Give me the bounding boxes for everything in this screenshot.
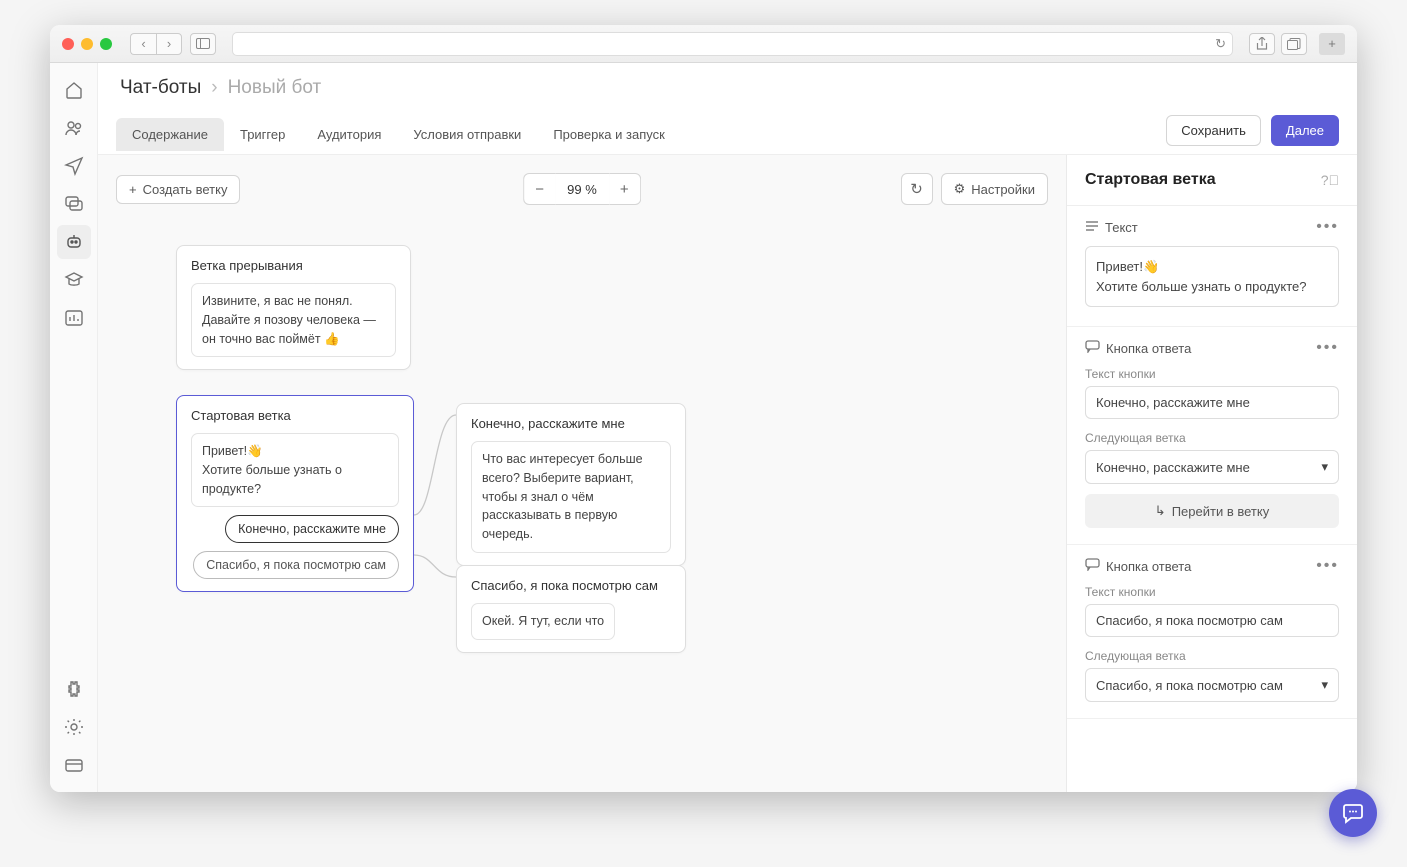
sidebar-settings[interactable] bbox=[57, 710, 91, 744]
tab-content[interactable]: Содержание bbox=[116, 118, 224, 151]
nav-forward[interactable]: › bbox=[156, 33, 182, 55]
section-menu[interactable]: ••• bbox=[1316, 557, 1339, 575]
window-maximize[interactable] bbox=[100, 38, 112, 50]
sidebar-chat[interactable] bbox=[57, 187, 91, 221]
go-to-branch-button[interactable]: ↳ Перейти в ветку bbox=[1085, 494, 1339, 528]
app-sidebar bbox=[50, 63, 98, 792]
tab-review[interactable]: Проверка и запуск bbox=[537, 118, 680, 151]
gear-icon: ⚙ bbox=[954, 181, 966, 197]
chevron-right-icon: › bbox=[211, 77, 217, 99]
reply-button-1[interactable]: Конечно, расскажите мне bbox=[225, 515, 399, 543]
sidebar-toggle-icon[interactable] bbox=[190, 33, 216, 55]
node-message: Привет!👋 Хотите больше узнать о продукте… bbox=[191, 433, 399, 507]
select-value: Конечно, расскажите мне bbox=[1096, 460, 1250, 475]
help-icon[interactable]: ?⃝ bbox=[1321, 172, 1339, 188]
breadcrumb: Чат-боты › Новый бот bbox=[98, 63, 1357, 105]
text-content-input[interactable] bbox=[1085, 246, 1339, 307]
canvas-settings-button[interactable]: ⚙ Настройки bbox=[941, 173, 1048, 205]
next-branch-select-2[interactable]: Спасибо, я пока посмотрю сам ▾ bbox=[1085, 668, 1339, 702]
reload-icon[interactable]: ↻ bbox=[1215, 36, 1226, 52]
field-label: Текст кнопки bbox=[1085, 367, 1339, 381]
button-text-input-1[interactable] bbox=[1085, 386, 1339, 419]
next-button[interactable]: Далее bbox=[1271, 115, 1339, 146]
create-branch-button[interactable]: + Создать ветку bbox=[116, 175, 240, 204]
select-value: Спасибо, я пока посмотрю сам bbox=[1096, 678, 1283, 693]
section-menu[interactable]: ••• bbox=[1316, 339, 1339, 357]
zoom-in-button[interactable]: + bbox=[609, 173, 641, 205]
reply-icon bbox=[1085, 558, 1100, 574]
text-icon bbox=[1085, 220, 1099, 235]
sidebar-users[interactable] bbox=[57, 111, 91, 145]
flow-canvas[interactable]: + Создать ветку − 99 % + bbox=[98, 155, 1067, 792]
reply-icon bbox=[1085, 340, 1100, 356]
properties-panel: Стартовая ветка ?⃝ Текст ••• bbox=[1067, 155, 1357, 792]
step-tabs: Содержание Триггер Аудитория Условия отп… bbox=[116, 118, 681, 151]
node-branch-no[interactable]: Спасибо, я пока посмотрю сам Окей. Я тут… bbox=[456, 565, 686, 653]
reply-button-2[interactable]: Спасибо, я пока посмотрю сам bbox=[193, 551, 399, 579]
field-label: Текст кнопки bbox=[1085, 585, 1339, 599]
go-to-branch-label: Перейти в ветку bbox=[1172, 504, 1270, 519]
tabs-icon[interactable] bbox=[1281, 33, 1307, 55]
sidebar-home[interactable] bbox=[57, 73, 91, 107]
create-branch-label: Создать ветку bbox=[143, 182, 228, 197]
share-icon[interactable] bbox=[1249, 33, 1275, 55]
window-minimize[interactable] bbox=[81, 38, 93, 50]
node-title: Стартовая ветка bbox=[191, 408, 399, 423]
window-close[interactable] bbox=[62, 38, 74, 50]
node-start[interactable]: Стартовая ветка Привет!👋 Хотите больше у… bbox=[176, 395, 414, 592]
section-menu[interactable]: ••• bbox=[1316, 218, 1339, 236]
new-tab-button[interactable]: + bbox=[1319, 33, 1345, 55]
zoom-level: 99 % bbox=[555, 173, 609, 205]
save-button[interactable]: Сохранить bbox=[1166, 115, 1261, 146]
sidebar-bot[interactable] bbox=[57, 225, 91, 259]
section-label: Кнопка ответа bbox=[1106, 341, 1191, 356]
sidebar-stats[interactable] bbox=[57, 301, 91, 335]
node-title: Ветка прерывания bbox=[191, 258, 396, 273]
breadcrumb-current: Новый бот bbox=[228, 77, 322, 99]
node-title: Спасибо, я пока посмотрю сам bbox=[471, 578, 671, 593]
sidebar-education[interactable] bbox=[57, 263, 91, 297]
node-message: Что вас интересует больше всего? Выберит… bbox=[471, 441, 671, 553]
node-title: Конечно, расскажите мне bbox=[471, 416, 671, 431]
sidebar-integrations[interactable] bbox=[57, 672, 91, 706]
section-label: Текст bbox=[1105, 220, 1138, 235]
zoom-out-button[interactable]: − bbox=[523, 173, 555, 205]
section-label: Кнопка ответа bbox=[1106, 559, 1191, 574]
plus-icon: + bbox=[129, 182, 137, 197]
window-titlebar: ‹ › ↻ + bbox=[50, 25, 1357, 63]
node-message: Окей. Я тут, если что bbox=[471, 603, 615, 640]
field-label: Следующая ветка bbox=[1085, 431, 1339, 445]
breadcrumb-root[interactable]: Чат-боты bbox=[120, 77, 201, 99]
field-label: Следующая ветка bbox=[1085, 649, 1339, 663]
chevron-down-icon: ▾ bbox=[1321, 459, 1328, 475]
node-interrupt[interactable]: Ветка прерывания Извините, я вас не поня… bbox=[176, 245, 411, 370]
node-branch-yes[interactable]: Конечно, расскажите мне Что вас интересу… bbox=[456, 403, 686, 566]
tab-audience[interactable]: Аудитория bbox=[301, 118, 397, 151]
node-message: Извините, я вас не понял. Давайте я позо… bbox=[191, 283, 396, 357]
sidebar-billing[interactable] bbox=[57, 748, 91, 782]
refresh-canvas-button[interactable]: ↻ bbox=[901, 173, 933, 205]
arrow-icon: ↳ bbox=[1155, 503, 1166, 519]
next-branch-select-1[interactable]: Конечно, расскажите мне ▾ bbox=[1085, 450, 1339, 484]
button-text-input-2[interactable] bbox=[1085, 604, 1339, 637]
chevron-down-icon: ▾ bbox=[1321, 677, 1328, 693]
tab-conditions[interactable]: Условия отправки bbox=[397, 118, 537, 151]
nav-back[interactable]: ‹ bbox=[130, 33, 156, 55]
settings-label: Настройки bbox=[971, 182, 1035, 197]
tab-trigger[interactable]: Триггер bbox=[224, 118, 301, 151]
sidebar-send[interactable] bbox=[57, 149, 91, 183]
url-bar[interactable]: ↻ bbox=[232, 32, 1233, 56]
panel-title: Стартовая ветка bbox=[1085, 171, 1216, 189]
